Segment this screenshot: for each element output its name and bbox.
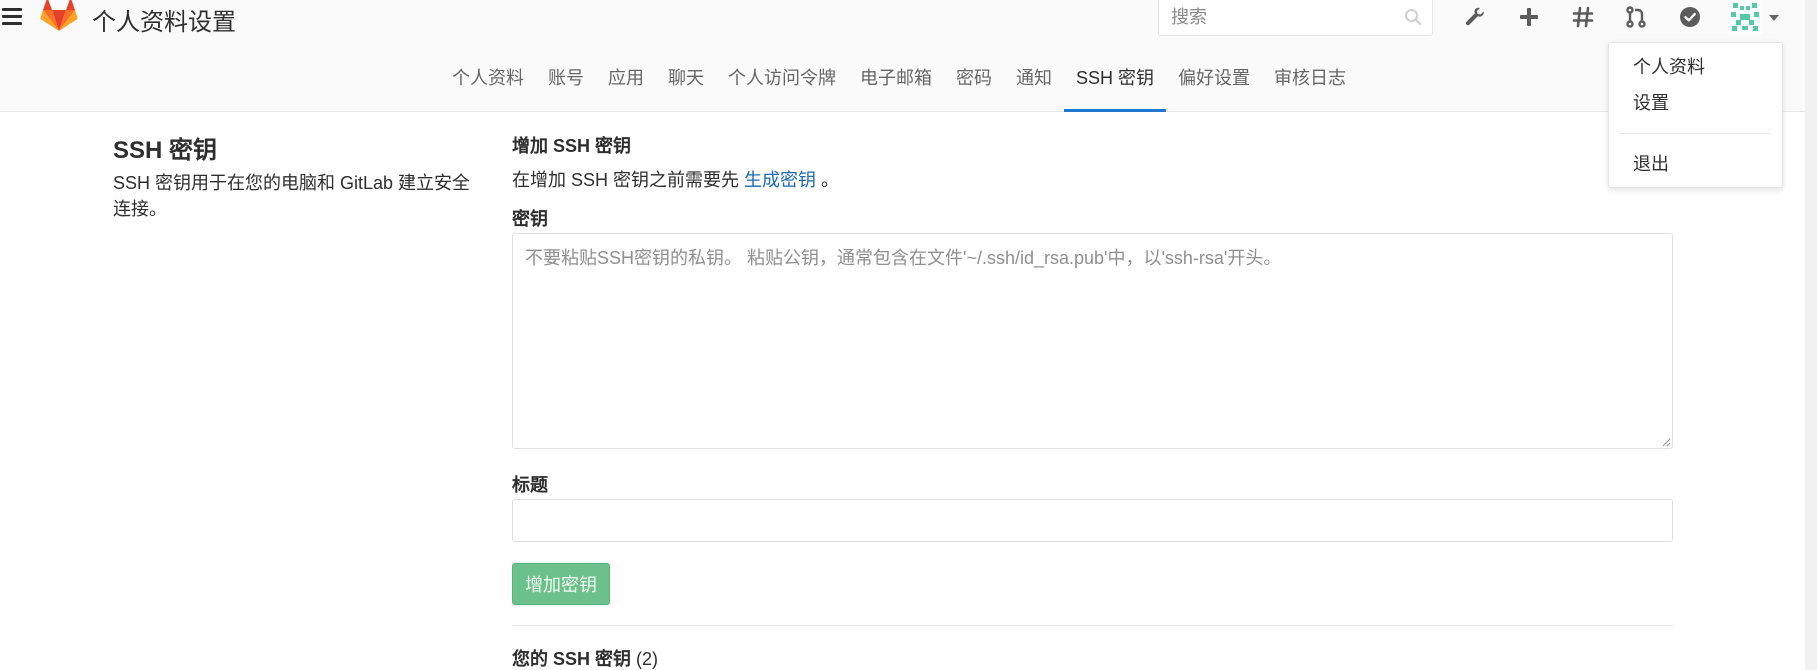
tab-applications[interactable]: 应用 — [596, 40, 656, 112]
title-input[interactable] — [512, 499, 1673, 542]
todo-check-icon[interactable] — [1675, 2, 1705, 32]
issues-hash-icon[interactable] — [1568, 2, 1598, 32]
tab-notifications[interactable]: 通知 — [1004, 40, 1064, 112]
search-input[interactable] — [1159, 0, 1389, 34]
help-text: 在增加 SSH 密钥之前需要先 — [512, 170, 740, 190]
settings-tabs: 个人资料 账号 应用 聊天 个人访问令牌 电子邮箱 密码 通知 SSH 密钥 偏… — [440, 40, 1358, 112]
search-box[interactable] — [1158, 0, 1433, 36]
your-keys-count: (2) — [636, 649, 659, 669]
tab-audit-log[interactable]: 审核日志 — [1262, 40, 1358, 112]
merge-request-icon[interactable] — [1621, 2, 1651, 32]
new-plus-icon[interactable] — [1514, 2, 1544, 32]
avatar[interactable] — [1728, 0, 1762, 34]
top-navbar: 个人资料设置 — [0, 0, 1817, 40]
page-title: 个人资料设置 — [92, 9, 236, 36]
tab-access-tokens[interactable]: 个人访问令牌 — [716, 40, 848, 112]
tab-emails[interactable]: 电子邮箱 — [848, 40, 944, 112]
admin-wrench-icon[interactable] — [1460, 2, 1490, 32]
key-label: 密钥 — [512, 209, 548, 229]
add-key-button[interactable]: 增加密钥 — [512, 563, 610, 605]
resize-handle-icon[interactable] — [1661, 437, 1671, 447]
page-scrollbar[interactable] — [1805, 0, 1817, 670]
dropdown-item-settings[interactable]: 设置 — [1633, 89, 1669, 115]
key-textarea[interactable] — [512, 233, 1673, 449]
search-icon — [1405, 9, 1422, 26]
title-label: 标题 — [512, 475, 548, 495]
user-menu-toggle[interactable] — [1728, 0, 1784, 34]
tab-preferences[interactable]: 偏好设置 — [1166, 40, 1262, 112]
gitlab-logo[interactable] — [40, 0, 78, 32]
section-divider — [512, 625, 1673, 626]
help-suffix: 。 — [821, 170, 840, 190]
section-description: SSH 密钥用于在您的电脑和 GitLab 建立安全连接。 — [113, 173, 471, 219]
dropdown-item-profile[interactable]: 个人资料 — [1633, 53, 1705, 79]
tab-account[interactable]: 账号 — [536, 40, 596, 112]
dropdown-item-signout[interactable]: 退出 — [1633, 150, 1669, 176]
add-key-help: 在增加 SSH 密钥之前需要先 生成密钥 。 — [512, 166, 839, 192]
settings-subnav: 个人资料 账号 应用 聊天 个人访问令牌 电子邮箱 密码 通知 SSH 密钥 偏… — [0, 40, 1805, 112]
tab-profile[interactable]: 个人资料 — [440, 40, 536, 112]
menu-icon[interactable] — [2, 8, 22, 26]
your-keys-label: 您的 SSH 密钥 — [512, 649, 632, 669]
dropdown-divider — [1621, 133, 1770, 134]
your-keys-heading: 您的 SSH 密钥 (2) — [512, 645, 658, 670]
tab-password[interactable]: 密码 — [944, 40, 1004, 112]
chevron-down-icon[interactable] — [1769, 15, 1779, 21]
user-dropdown-menu: 个人资料 设置 退出 — [1608, 42, 1783, 188]
section-title: SSH 密钥 — [113, 137, 218, 164]
add-key-heading: 增加 SSH 密钥 — [512, 136, 632, 156]
tab-ssh-keys[interactable]: SSH 密钥 — [1064, 40, 1167, 112]
generate-key-link[interactable]: 生成密钥 — [744, 170, 816, 190]
tab-chat[interactable]: 聊天 — [656, 40, 716, 112]
